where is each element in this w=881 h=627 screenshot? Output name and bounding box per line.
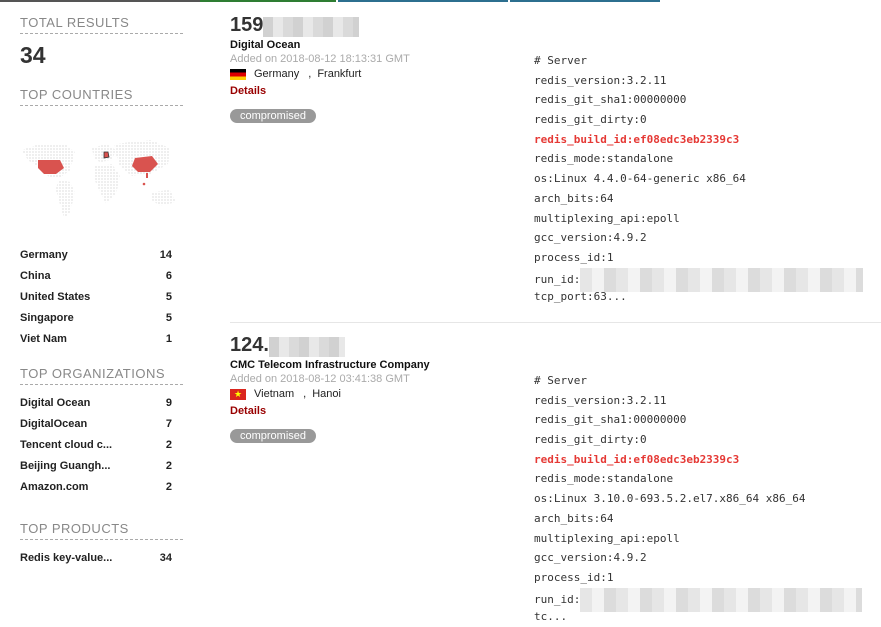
- banner-line: redis_git_sha1:00000000: [534, 413, 687, 427]
- run-id-label: run_id:: [534, 592, 581, 606]
- map-singapore[interactable]: [142, 182, 146, 186]
- facet-row-organization[interactable]: Beijing Guangh... 2: [20, 455, 183, 476]
- banner-line: gcc_version:4.9.2: [534, 231, 647, 245]
- total-results-title: TOTAL RESULTS: [20, 15, 183, 34]
- result-card: 159 Digital Ocean Added on 2018-08-12 18…: [230, 13, 881, 303]
- banner-line-runid: run_id:: [534, 587, 881, 612]
- result-organization: CMC Telecom Infrastructure Company: [230, 359, 430, 371]
- banner-line: redis_mode:standalone: [534, 472, 674, 486]
- facet-row-organization[interactable]: Tencent cloud c... 2: [20, 434, 183, 455]
- banner-line-runid: run_id:: [534, 267, 881, 292]
- facet-count: 34: [159, 551, 172, 564]
- facet-row-organization[interactable]: Amazon.com 2: [20, 476, 183, 497]
- compromised-tag[interactable]: compromised: [230, 109, 317, 123]
- banner-line: process_id:1: [534, 570, 614, 584]
- result-ip[interactable]: 124.: [230, 333, 881, 357]
- result-city: Hanoi: [312, 388, 341, 400]
- facet-name[interactable]: Amazon.com: [20, 481, 88, 493]
- banner-line: redis_mode:standalone: [534, 152, 674, 166]
- banner-line-highlight: redis_build_id:ef08edc3eb2339c3: [534, 132, 740, 146]
- banner-line: redis_version:3.2.11: [534, 393, 667, 407]
- facet-count: 2: [165, 459, 172, 472]
- facet-name[interactable]: United States: [20, 291, 90, 303]
- banner-line: redis_version:3.2.11: [534, 73, 667, 87]
- facet-name[interactable]: DigitalOcean: [20, 418, 87, 430]
- ip-address-text[interactable]: 124.: [230, 334, 269, 356]
- banner-line: multiplexing_api:epoll: [534, 531, 680, 545]
- facet-count: 5: [165, 290, 172, 303]
- facet-name[interactable]: Beijing Guangh...: [20, 460, 110, 472]
- redacted-ip: [263, 16, 360, 37]
- facet-row-organization[interactable]: Digital Ocean 9: [20, 392, 183, 413]
- facet-count: 1: [165, 332, 172, 345]
- banner-line: gcc_version:4.9.2: [534, 551, 647, 565]
- top-countries-title: TOP COUNTRIES: [20, 87, 183, 106]
- redacted-run-id: [580, 587, 863, 612]
- map-germany[interactable]: [103, 151, 110, 159]
- organizations-list: Digital Ocean 9 DigitalOcean 7 Tencent clo…: [20, 392, 183, 497]
- facet-row-country[interactable]: Singapore 5: [20, 307, 183, 328]
- banner-line: # Server: [534, 374, 587, 387]
- result-divider: [230, 322, 881, 323]
- banner-line: process_id:1: [534, 250, 614, 264]
- banner-line: arch_bits:64: [534, 511, 614, 525]
- result-city: Frankfurt: [317, 68, 362, 80]
- facet-row-country[interactable]: United States 5: [20, 286, 183, 307]
- result-card: 124. CMC Telecom Infrastructure Company …: [230, 333, 881, 623]
- banner-line: multiplexing_api:epoll: [534, 211, 680, 225]
- facet-row-country[interactable]: China 6: [20, 265, 183, 286]
- banner-line: redis_git_dirty:0: [534, 433, 647, 447]
- service-banner: # Server redis_version:3.2.11 redis_git_…: [534, 371, 881, 627]
- result-ip[interactable]: 159: [230, 13, 881, 37]
- countries-list: Germany 14 China 6 United States 5 Singapor…: [20, 244, 183, 349]
- banner-line-highlight: redis_build_id:ef08edc3eb2339c3: [534, 452, 740, 466]
- facet-count: 5: [165, 311, 172, 324]
- banner-line: redis_git_dirty:0: [534, 113, 647, 127]
- compromised-tag[interactable]: compromised: [230, 429, 317, 443]
- result-country: Germany: [254, 68, 300, 80]
- result-country: Vietnam: [254, 388, 295, 400]
- facet-count: 14: [159, 248, 172, 261]
- facet-name[interactable]: Digital Ocean: [20, 397, 90, 409]
- products-list: Redis key-value... 34: [20, 547, 183, 568]
- facet-count: 2: [165, 480, 172, 493]
- ip-address-text[interactable]: 159: [230, 14, 263, 36]
- germany-flag-icon: [230, 68, 246, 80]
- service-banner: # Server redis_version:3.2.11 redis_git_…: [534, 51, 881, 307]
- banner-line: os:Linux 4.4.0-64-generic x86_64: [534, 172, 746, 186]
- facet-row-country[interactable]: Viet Nam 1: [20, 328, 183, 349]
- facet-row-organization[interactable]: DigitalOcean 7: [20, 413, 183, 434]
- total-results-value: 34: [20, 42, 46, 68]
- redacted-ip: [268, 336, 345, 357]
- facet-name[interactable]: Redis key-value...: [20, 552, 112, 564]
- run-id-label: run_id:: [534, 272, 581, 286]
- banner-line: arch_bits:64: [534, 191, 614, 205]
- facet-name[interactable]: Singapore: [20, 312, 74, 324]
- banner-line: os:Linux 3.10.0-693.5.2.el7.x86_64 x86_6…: [534, 492, 806, 506]
- result-organization: Digital Ocean: [230, 39, 301, 51]
- facet-count: 2: [165, 438, 172, 451]
- facet-name[interactable]: Germany: [20, 249, 68, 261]
- facet-count: 7: [165, 417, 172, 430]
- banner-line: redis_git_sha1:00000000: [534, 93, 687, 107]
- banner-line: # Server: [534, 54, 587, 67]
- vietnam-flag-icon: ★: [230, 388, 246, 400]
- top-organizations-title: TOP ORGANIZATIONS: [20, 366, 183, 385]
- facet-name[interactable]: Viet Nam: [20, 333, 67, 345]
- top-accent-bar: [0, 0, 881, 2]
- facet-count: 9: [165, 396, 172, 409]
- facet-row-country[interactable]: Germany 14: [20, 244, 183, 265]
- facet-row-product[interactable]: Redis key-value... 34: [20, 547, 183, 568]
- facet-count: 6: [165, 269, 172, 282]
- world-map[interactable]: [20, 130, 183, 220]
- facet-name[interactable]: Tencent cloud c...: [20, 439, 112, 451]
- map-vietnam[interactable]: [146, 173, 148, 178]
- facet-name[interactable]: China: [20, 270, 51, 282]
- top-products-title: TOP PRODUCTS: [20, 521, 183, 540]
